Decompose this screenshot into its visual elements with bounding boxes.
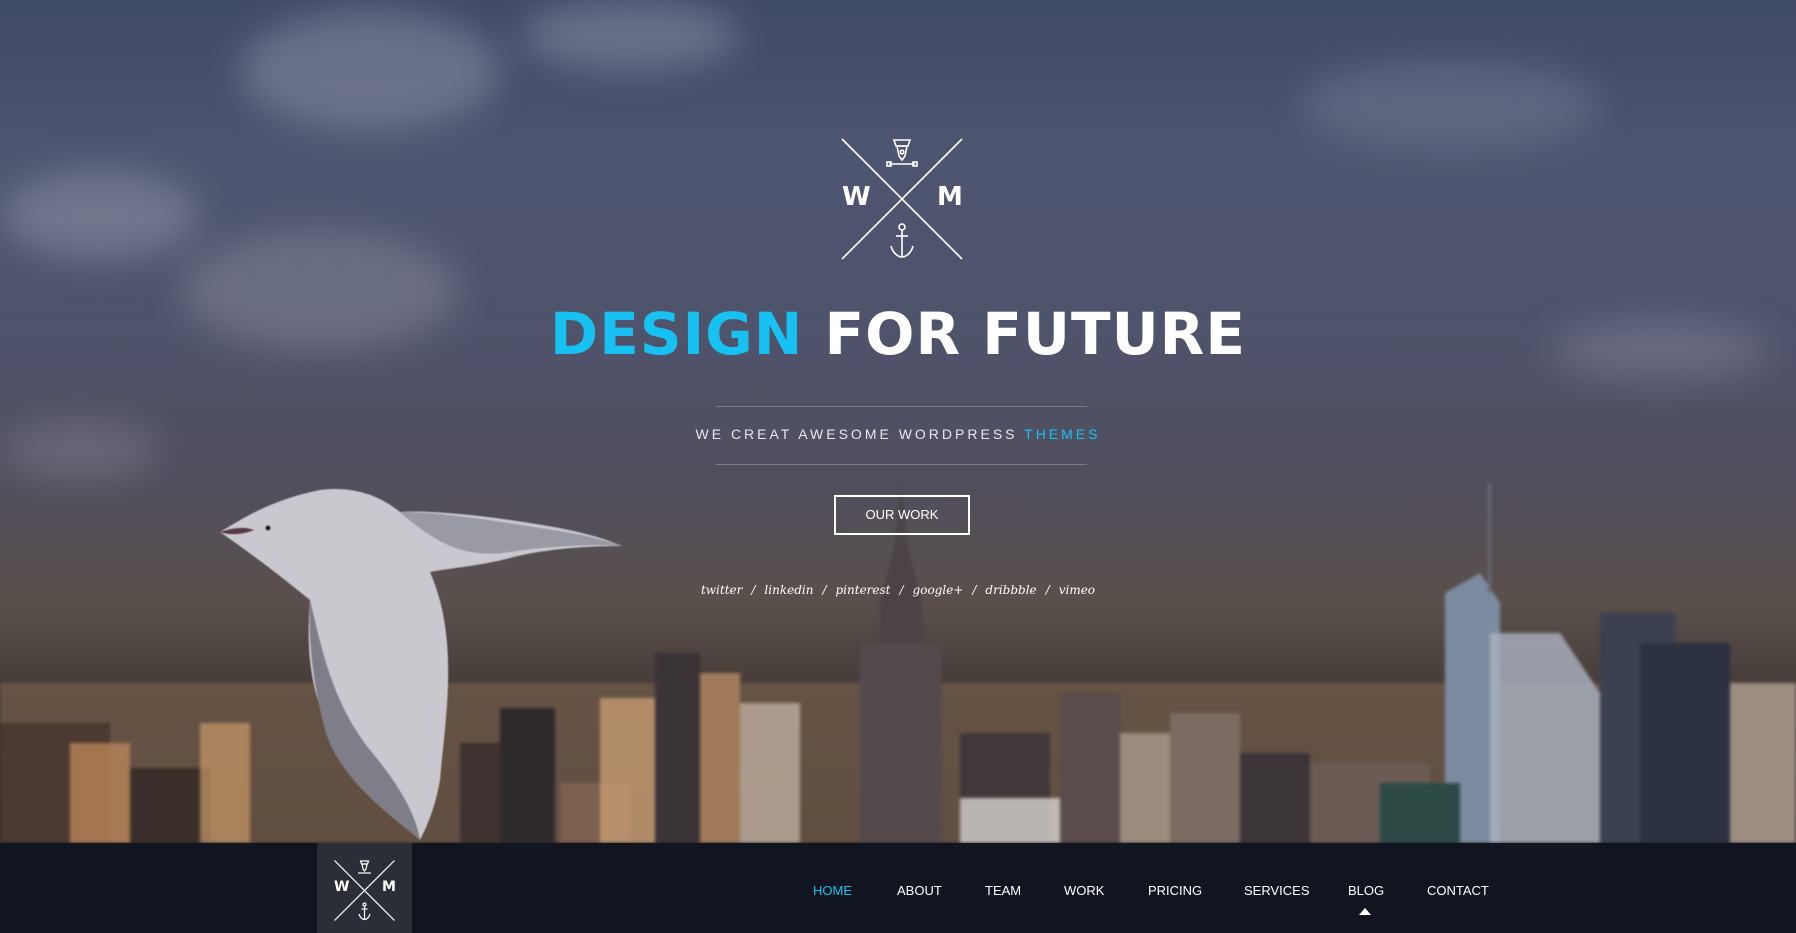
nav-menu: HOME ABOUT TEAM WORK PRICING SERVICES BL… xyxy=(0,843,1796,933)
social-separator: / xyxy=(899,583,904,597)
nav-caret-up-icon xyxy=(1359,908,1371,915)
social-separator: / xyxy=(1045,583,1050,597)
anchor-icon xyxy=(890,223,914,258)
social-link-googleplus[interactable]: google+ xyxy=(913,583,964,597)
nav-item-about[interactable]: ABOUT xyxy=(897,883,942,898)
social-links: twitter / linkedin / pinterest / google+ / dribb… xyxy=(0,583,1796,597)
hero-headline: DESIGN FOR FUTURE xyxy=(0,300,1796,368)
nav-item-services[interactable]: SERVICES xyxy=(1244,883,1310,898)
tagline-main: WE CREAT AWESOME WORDPRESS xyxy=(695,426,1018,442)
nav-item-home[interactable]: HOME xyxy=(813,883,852,898)
nav-item-blog[interactable]: BLOG xyxy=(1348,883,1384,898)
social-link-linkedin[interactable]: linkedin xyxy=(764,583,813,597)
social-separator: / xyxy=(751,583,756,597)
pen-nib-icon xyxy=(886,139,918,167)
headline-rest: FOR FUTURE xyxy=(824,300,1246,368)
tagline-divider-top xyxy=(715,406,1087,407)
social-link-dribbble[interactable]: dribbble xyxy=(985,583,1036,597)
social-separator: / xyxy=(822,583,827,597)
tagline-divider-bottom xyxy=(715,464,1087,465)
main-navbar: W M HOME ABOUT TEAM WORK PRICING SERVICE… xyxy=(0,843,1796,933)
logo-letter-right: M xyxy=(937,182,963,212)
social-link-twitter[interactable]: twitter xyxy=(701,583,742,597)
social-link-vimeo[interactable]: vimeo xyxy=(1059,583,1095,597)
nav-item-work[interactable]: WORK xyxy=(1064,883,1104,898)
hero-section: W M DESIGN FOR FUTURE WE CREAT AWESOME W… xyxy=(0,0,1796,843)
tagline-accent: THEMES xyxy=(1024,426,1101,442)
nav-item-contact[interactable]: CONTACT xyxy=(1427,883,1489,898)
seagull-image xyxy=(220,489,622,840)
social-separator: / xyxy=(972,583,977,597)
hero-tagline: WE CREAT AWESOME WORDPRESS THEMES xyxy=(0,426,1796,442)
headline-accent: DESIGN xyxy=(550,300,804,368)
social-link-pinterest[interactable]: pinterest xyxy=(836,583,891,597)
our-work-button[interactable]: OUR WORK xyxy=(834,495,970,535)
nav-item-pricing[interactable]: PRICING xyxy=(1148,883,1202,898)
logo-letter-left: W xyxy=(842,182,871,212)
nav-item-team[interactable]: TEAM xyxy=(985,883,1021,898)
